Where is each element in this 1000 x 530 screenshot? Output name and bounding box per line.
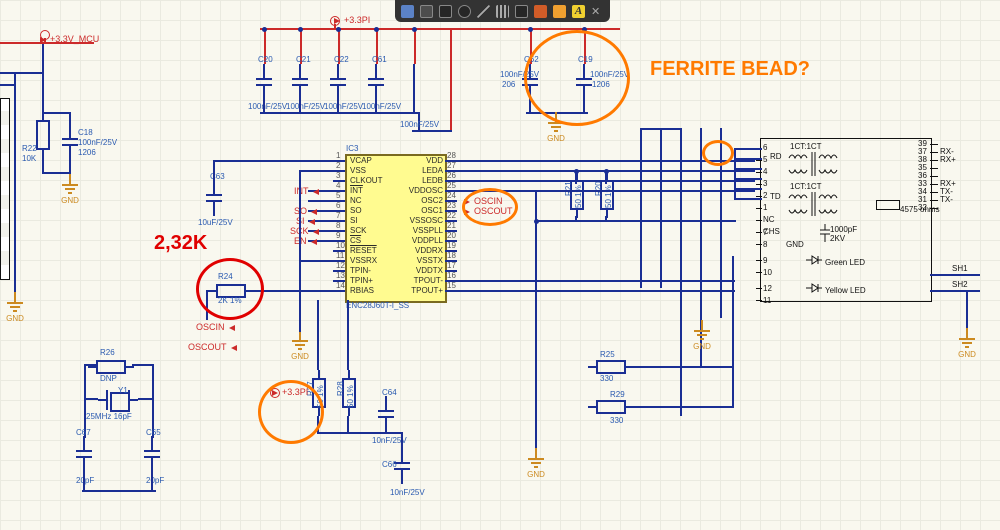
conn-td: TD [770,192,781,201]
annotation-ferrite-circle [524,30,630,126]
y1-val: 25MHz 16pF [86,412,132,421]
c66-val: 10nF/25V [390,488,425,497]
r28-val: 50 1% [346,385,355,408]
annotation-rbias-text: 2,32K [154,232,207,255]
c67-ref: C67 [76,428,91,437]
c22-ref: C22 [334,55,349,64]
res-r25 [596,360,626,374]
r21-val: 50 1% [574,185,583,208]
annotation-ct-circle [702,140,734,166]
conn-led1: Green LED [825,258,865,267]
r28-ref: R28 [336,381,345,396]
r29-val: 330 [610,416,623,425]
annotation-rbias-circle [196,258,264,320]
schematic-sheet[interactable]: { "toolbar": { "glyph_font": "A" }, "pow… [0,0,1000,530]
xfmr-coil-1 [784,150,844,178]
cap-row2-val: 100nF/25V [400,120,439,129]
c20-ref: C20 [258,55,273,64]
tool-rect[interactable] [439,5,452,18]
c66-ref: C66 [382,460,397,469]
netlabel-oscin-lower: OSCIN [196,322,225,332]
r21-ref: R21 [564,181,573,196]
netlabel-int: INT [294,186,309,196]
c63-val: 10uF/25V [198,218,233,227]
label-3v3pi: +3.3PI [344,15,370,25]
tool-select[interactable] [401,5,414,18]
r26-ref: R26 [100,348,115,357]
c62-pkg: 206 [502,80,515,89]
c21-ref: C21 [296,55,311,64]
r20-ref: R20 [594,181,603,196]
c67-val: 20pF [76,476,94,485]
res-r26 [96,360,126,374]
c18-val: 100nF/25V [78,138,117,147]
tool-fill[interactable] [515,5,528,18]
c61-ref: C61 [372,55,387,64]
res-r22 [36,120,50,150]
c22-val: 100nF/25V [324,102,363,111]
label-3v3mcu: +3.3V_MCU [50,34,99,44]
tool-wire[interactable] [420,5,433,18]
conn-led2: Yellow LED [825,286,866,295]
tool-line[interactable] [477,5,490,18]
conn-rd: RD [770,152,782,161]
tool-close[interactable]: ✕ [591,5,604,18]
c65-ref: C65 [146,428,161,437]
r26-val: DNP [100,374,117,383]
tool-ellipse[interactable] [458,5,471,18]
ic-part: ENC28J60T-I_SS [346,301,409,310]
c61-val: 100nF/25V [362,102,401,111]
c64-ref: C64 [382,388,397,397]
r22-val: 10K [22,154,36,163]
c20-val: 100nF/25V [248,102,287,111]
y1-ref: Y1 [118,386,128,395]
eda-floating-toolbar[interactable]: A ✕ [395,0,610,22]
conn-sh2: SH2 [952,280,968,289]
c21-val: 100nF/25V [286,102,325,111]
r20-val: 50 1% [604,185,613,208]
r25-val: 330 [600,374,613,383]
tool-color-orange[interactable] [553,5,566,18]
conn-sh1: SH1 [952,264,968,273]
tool-text[interactable]: A [572,5,585,18]
r25-ref: R25 [600,350,615,359]
r29-ref: R29 [610,390,625,399]
conn-cap: 1000pF 2KV [830,225,857,243]
conn-r: 4575 ohms [900,205,940,214]
c18-ref: C18 [78,128,93,137]
annotation-ferrite-text: FERRITE BEAD? [650,58,810,81]
xfmr-coil-2 [784,190,844,218]
annotation-tx-circle [258,380,324,444]
tool-polyline[interactable] [496,5,509,18]
c18-pkg: 1206 [78,148,96,157]
annotation-osc-circle [462,188,518,226]
ic-ref: IC3 [346,144,358,153]
conn-gnd-lbl: GND [786,240,804,249]
tool-color-red[interactable] [534,5,547,18]
netlabel-oscout-lower: OSCOUT [188,342,227,352]
r22-ref: R22 [22,144,37,153]
res-r29 [596,400,626,414]
c65-val: 20pF [146,476,164,485]
